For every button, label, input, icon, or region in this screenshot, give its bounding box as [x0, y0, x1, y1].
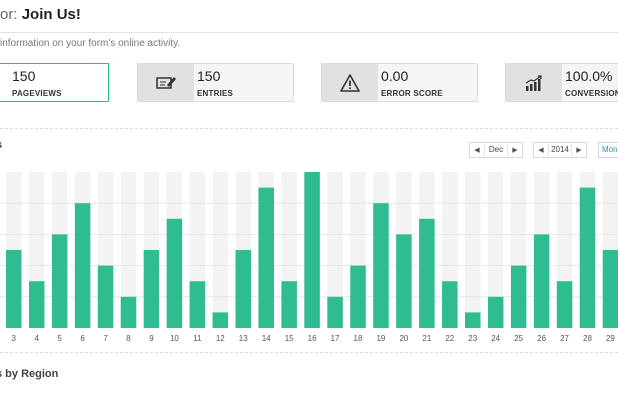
stat-card-entries[interactable]: 150 ENTRIES — [137, 63, 294, 102]
year-selector: ◀ 2014 ▶ — [533, 142, 587, 158]
x-tick-label: 5 — [57, 334, 62, 343]
bar-day-13[interactable] — [235, 250, 252, 328]
month-prev-button[interactable]: ◀ — [470, 146, 484, 154]
month-next-button[interactable]: ▶ — [508, 146, 522, 154]
x-tick-label: 20 — [399, 334, 408, 343]
bar-day-21[interactable] — [419, 218, 435, 328]
page-subtitle: information on your form's online activi… — [0, 38, 181, 49]
form-name: Join Us! — [21, 6, 81, 23]
pageviews-label: PAGEVIEWS — [12, 89, 62, 98]
x-tick-label: 17 — [331, 334, 340, 343]
error-score-value: 0.00 — [381, 68, 409, 84]
header-divider — [0, 32, 618, 33]
bar-day-28[interactable] — [579, 187, 596, 328]
section-divider — [0, 128, 618, 129]
bar-day-23[interactable] — [465, 312, 481, 328]
section-divider-bottom — [0, 352, 618, 353]
x-tick-label: 14 — [262, 334, 271, 343]
entries-value: 150 — [197, 68, 221, 84]
x-tick-label: 29 — [606, 334, 615, 343]
bar-day-20[interactable] — [396, 234, 412, 328]
bar-day-16[interactable] — [304, 172, 320, 328]
chart-section-title: s — [0, 139, 2, 151]
x-tick-label: 16 — [308, 334, 317, 343]
bar-day-12[interactable] — [212, 312, 229, 328]
bar-day-10[interactable] — [166, 218, 183, 328]
entries-pen-icon — [138, 64, 194, 101]
x-tick-label: 3 — [12, 334, 17, 343]
x-tick-label: 24 — [491, 334, 500, 343]
bar-day-18[interactable] — [350, 265, 366, 328]
month-value: Dec — [484, 143, 508, 157]
bar-day-3[interactable] — [6, 250, 22, 328]
conversion-value: 100.0% — [565, 68, 613, 84]
bar-day-22[interactable] — [442, 281, 458, 328]
x-tick-label: 22 — [445, 334, 454, 343]
page-title: or: Join Us! — [0, 6, 81, 23]
conversion-label: CONVERSION — [565, 89, 618, 98]
bar-day-26[interactable] — [533, 234, 550, 328]
bar-day-29[interactable] — [602, 250, 618, 328]
stat-card-pageviews[interactable]: 150 PAGEVIEWS — [0, 63, 109, 102]
x-tick-label: 10 — [170, 334, 179, 343]
x-tick-label: 18 — [354, 334, 363, 343]
year-value: 2014 — [548, 143, 572, 157]
bar-day-15[interactable] — [281, 281, 297, 328]
chart-column-bg — [212, 172, 229, 328]
bar-day-19[interactable] — [373, 203, 389, 328]
bar-day-5[interactable] — [51, 234, 68, 328]
bar-day-8[interactable] — [120, 296, 137, 328]
stat-card-error-score[interactable]: 0.00 ERROR SCORE — [321, 63, 478, 102]
bar-day-14[interactable] — [258, 187, 274, 328]
x-tick-label: 8 — [126, 334, 131, 343]
stat-card-conversion[interactable]: 100.0% CONVERSION — [505, 63, 618, 102]
bar-day-4[interactable] — [28, 281, 45, 328]
year-next-button[interactable]: ▶ — [572, 146, 586, 154]
x-tick-label: 7 — [103, 334, 108, 343]
x-tick-label: 4 — [34, 334, 39, 343]
bar-day-24[interactable] — [487, 296, 504, 328]
chart-column-bg — [465, 172, 481, 328]
bar-day-6[interactable] — [74, 203, 91, 328]
bar-chart-trend-icon — [506, 64, 562, 101]
pageviews-value: 150 — [12, 68, 36, 84]
month-selector: ◀ Dec ▶ — [469, 142, 523, 158]
year-prev-button[interactable]: ◀ — [534, 146, 548, 154]
bar-day-17[interactable] — [327, 296, 343, 328]
x-tick-label: 27 — [560, 334, 569, 343]
x-tick-label: 9 — [149, 334, 154, 343]
x-tick-label: 15 — [285, 334, 294, 343]
x-tick-label: 13 — [239, 334, 248, 343]
x-tick-label: 11 — [193, 334, 202, 343]
period-month-button[interactable]: Mon — [598, 142, 618, 158]
bar-day-25[interactable] — [510, 265, 527, 328]
bar-day-27[interactable] — [556, 281, 573, 328]
bar-day-7[interactable] — [97, 265, 114, 328]
bar-day-9[interactable] — [143, 250, 160, 328]
warning-triangle-icon — [322, 64, 378, 101]
x-tick-label: 25 — [514, 334, 523, 343]
entries-label: ENTRIES — [197, 89, 234, 98]
error-score-label: ERROR SCORE — [381, 89, 443, 98]
x-tick-label: 21 — [422, 334, 431, 343]
region-section-title: s by Region — [0, 368, 59, 380]
x-tick-label: 28 — [583, 334, 592, 343]
bar-day-11[interactable] — [189, 281, 206, 328]
daily-bar-chart: 3 4 5 6 7 8 9 10 11 12 13 14 15 16 17 18 19 20 21 22 23 24 25 2… — [0, 172, 618, 343]
x-tick-label: 19 — [376, 334, 385, 343]
x-tick-label: 12 — [216, 334, 225, 343]
x-tick-label: 23 — [468, 334, 477, 343]
x-tick-label: 6 — [80, 334, 85, 343]
x-tick-label: 26 — [537, 334, 546, 343]
